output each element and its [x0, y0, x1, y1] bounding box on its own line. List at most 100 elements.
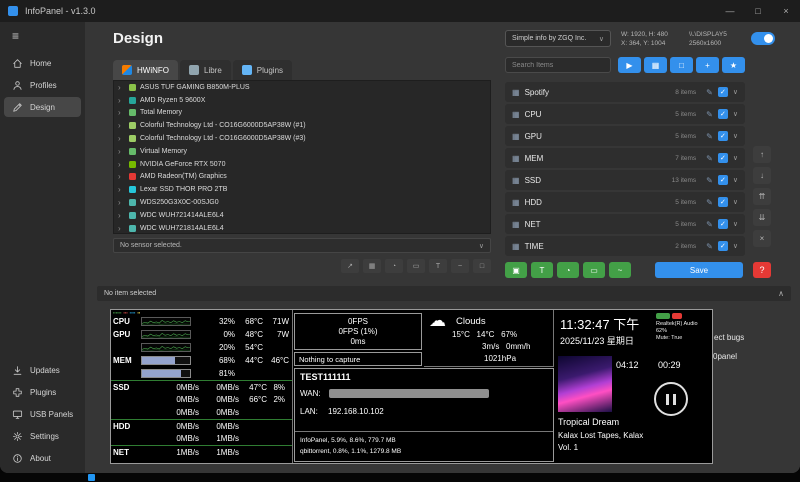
chevron-down-icon[interactable]: ∨	[733, 242, 738, 250]
edit-icon[interactable]: ✎	[706, 88, 713, 97]
sensor-tree-item[interactable]: › WDC WUH721814ALE6L4	[114, 222, 490, 234]
add-text-button[interactable]: T	[531, 262, 553, 278]
favorites-button[interactable]: ★	[722, 57, 745, 73]
sidebar-item-profiles[interactable]: Profiles	[4, 75, 81, 95]
add-graph-button[interactable]: ~	[609, 262, 631, 278]
tool-grid-button[interactable]: ▦	[363, 259, 381, 273]
visibility-checkbox[interactable]: ✓	[718, 87, 728, 97]
tool-gauge-button[interactable]: ◔	[385, 259, 403, 273]
edit-icon[interactable]: ✎	[706, 220, 713, 229]
chevron-down-icon[interactable]: ∨	[733, 220, 738, 228]
search-input[interactable]	[505, 57, 611, 73]
sensor-tree-item[interactable]: › NVIDIA GeForce RTX 5070	[114, 158, 490, 171]
visibility-checkbox[interactable]: ✓	[718, 241, 728, 251]
sensor-tree-item[interactable]: › AMD Radeon(TM) Graphics	[114, 171, 490, 184]
item-group-row[interactable]: ▦ GPU 5 items ✎ ✓ ∨	[505, 126, 745, 146]
visibility-checkbox[interactable]: ✓	[718, 175, 728, 185]
edit-icon[interactable]: ✎	[706, 176, 713, 185]
add-bar-button[interactable]: ▭	[583, 262, 605, 278]
visibility-checkbox[interactable]: ✓	[718, 197, 728, 207]
close-button[interactable]: ×	[772, 0, 800, 22]
sensor-tree-item[interactable]: › Colorful Technology Ltd - CO16G6000D5A…	[114, 119, 490, 132]
visibility-checkbox[interactable]: ✓	[718, 153, 728, 163]
sensor-tree-item[interactable]: › Colorful Technology Ltd - CO16G6000D5A…	[114, 132, 490, 145]
move-bottom-button[interactable]: ⇊	[753, 209, 771, 226]
menu-toggle-button[interactable]: ≡	[0, 22, 85, 51]
tab-hwinfo[interactable]: HWiNFO	[113, 60, 178, 80]
visibility-checkbox[interactable]: ✓	[718, 131, 728, 141]
expand-chevron-icon[interactable]: ›	[118, 211, 125, 220]
tool-frame-button[interactable]: □	[473, 259, 491, 273]
display-toggle[interactable]	[751, 32, 775, 45]
edit-icon[interactable]: ✎	[706, 132, 713, 141]
chevron-down-icon[interactable]: ∨	[733, 198, 738, 206]
sidebar-item-updates[interactable]: Updates	[4, 360, 81, 380]
edit-icon[interactable]: ✎	[706, 154, 713, 163]
sensor-tree-item[interactable]: › Total Memory	[114, 107, 490, 120]
save-button[interactable]: Save	[655, 262, 743, 278]
tool-text-button[interactable]: T	[429, 259, 447, 273]
edit-icon[interactable]: ✎	[706, 198, 713, 207]
item-group-row[interactable]: ▦ HDD 5 items ✎ ✓ ∨	[505, 192, 745, 212]
panel-preview-canvas[interactable]: ▪▪▪▪▪▪▪▪▪▪▪▪▪▪▪ CPU	[110, 309, 713, 464]
item-group-row[interactable]: ▦ Spotify 8 items ✎ ✓ ∨	[505, 82, 745, 102]
sidebar-item-plugins[interactable]: Plugins	[4, 382, 81, 402]
item-group-row[interactable]: ▦ SSD 13 items ✎ ✓ ∨	[505, 170, 745, 190]
edit-icon[interactable]: ✎	[706, 242, 713, 251]
sidebar-item-settings[interactable]: Settings	[4, 426, 81, 446]
add-group-button[interactable]: +	[696, 57, 719, 73]
profile-select[interactable]: Simple info by ZGQ Inc. ∨	[505, 30, 611, 47]
expand-chevron-icon[interactable]: ›	[118, 160, 125, 169]
chevron-down-icon[interactable]: ∨	[733, 88, 738, 96]
add-image-button[interactable]: ▣	[505, 262, 527, 278]
layout-button[interactable]: ▦	[644, 57, 667, 73]
sidebar-item-about[interactable]: About	[4, 448, 81, 468]
item-group-row[interactable]: ▦ TIME 2 items ✎ ✓ ∨	[505, 236, 745, 256]
help-button[interactable]: ?	[753, 262, 771, 278]
tab-libre[interactable]: Libre	[180, 60, 231, 80]
sidebar-item-usb-panels[interactable]: USB Panels	[4, 404, 81, 424]
collapse-chevron-icon[interactable]: ∧	[778, 289, 784, 298]
visibility-checkbox[interactable]: ✓	[718, 219, 728, 229]
expand-chevron-icon[interactable]: ›	[118, 134, 125, 143]
sensor-tree-item[interactable]: › Virtual Memory	[114, 145, 490, 158]
import-button[interactable]: ▶	[618, 57, 641, 73]
tool-share-button[interactable]: ↗	[341, 259, 359, 273]
duplicate-button[interactable]: □	[670, 57, 693, 73]
expand-chevron-icon[interactable]: ›	[118, 147, 125, 156]
sensor-tree-item[interactable]: › WDS250G3X0C-00SJG0	[114, 196, 490, 209]
delete-button[interactable]: ×	[753, 230, 771, 247]
expand-chevron-icon[interactable]: ›	[118, 224, 125, 233]
edit-icon[interactable]: ✎	[706, 110, 713, 119]
minimize-button[interactable]: —	[716, 0, 744, 22]
tab-plugins[interactable]: Plugins	[233, 60, 292, 80]
chevron-down-icon[interactable]: ∨	[733, 154, 738, 162]
expand-chevron-icon[interactable]: ›	[118, 198, 125, 207]
sensor-tree-item[interactable]: › WDC WUH721414ALE6L4	[114, 209, 490, 222]
item-group-row[interactable]: ▦ MEM 7 items ✎ ✓ ∨	[505, 148, 745, 168]
chevron-down-icon[interactable]: ∨	[733, 110, 738, 118]
sensor-tree-item[interactable]: › ASUS TUF GAMING B850M-PLUS	[114, 81, 490, 94]
maximize-button[interactable]: □	[744, 0, 772, 22]
chevron-down-icon[interactable]: ∨	[733, 176, 738, 184]
add-gauge-button[interactable]: ◔	[557, 262, 579, 278]
expand-chevron-icon[interactable]: ›	[118, 121, 125, 130]
sensor-select[interactable]: No sensor selected. ∨	[113, 238, 491, 253]
sidebar-item-home[interactable]: Home	[4, 53, 81, 73]
expand-chevron-icon[interactable]: ›	[118, 172, 125, 181]
move-up-button[interactable]: ↑	[753, 146, 771, 163]
move-down-button[interactable]: ↓	[753, 167, 771, 184]
expand-chevron-icon[interactable]: ›	[118, 185, 125, 194]
item-group-row[interactable]: ▦ NET 5 items ✎ ✓ ∨	[505, 214, 745, 234]
sensor-tree-item[interactable]: › Lexar SSD THOR PRO 2TB	[114, 183, 490, 196]
expand-chevron-icon[interactable]: ›	[118, 83, 125, 92]
chevron-down-icon[interactable]: ∨	[733, 132, 738, 140]
sensor-tree-item[interactable]: › AMD Ryzen 5 9600X	[114, 94, 490, 107]
move-top-button[interactable]: ⇈	[753, 188, 771, 205]
sidebar-item-design[interactable]: Design	[4, 97, 81, 117]
tool-bar-button[interactable]: ▭	[407, 259, 425, 273]
taskbar-app-icon[interactable]	[88, 474, 95, 481]
expand-chevron-icon[interactable]: ›	[118, 96, 125, 105]
expand-chevron-icon[interactable]: ›	[118, 108, 125, 117]
item-group-row[interactable]: ▦ CPU 5 items ✎ ✓ ∨	[505, 104, 745, 124]
